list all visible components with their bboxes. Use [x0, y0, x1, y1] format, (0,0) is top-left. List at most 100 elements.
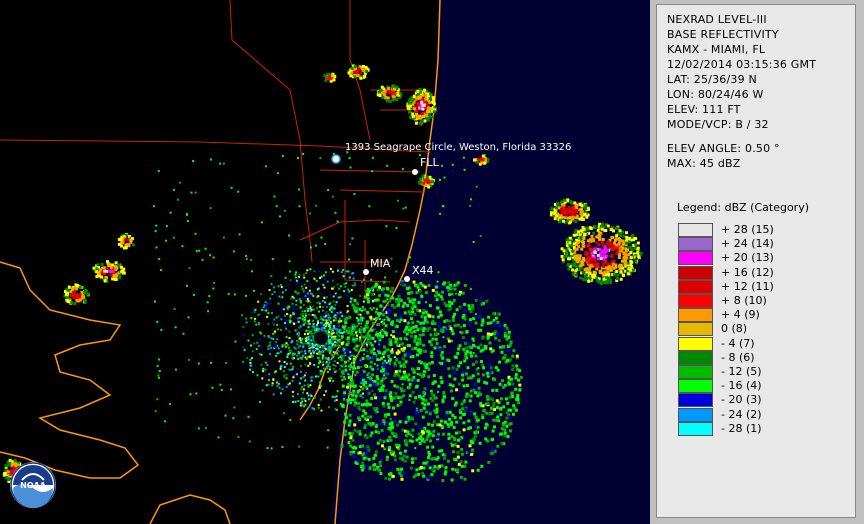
echo-pixel — [456, 351, 460, 355]
echo-pixel — [296, 282, 299, 285]
echo-pixel — [286, 306, 289, 309]
echo-pixel — [353, 323, 356, 326]
echo-pixel — [238, 233, 241, 236]
echo-pixel — [587, 261, 591, 265]
echo-pixel — [405, 287, 409, 291]
echo-pixel — [264, 368, 267, 371]
echo-pixel — [388, 435, 392, 439]
echo-pixel — [348, 432, 352, 436]
echo-pixel — [559, 218, 563, 222]
echo-pixel — [268, 335, 270, 338]
echo-pixel — [264, 165, 267, 168]
echo-pixel — [270, 283, 273, 286]
echo-pixel — [312, 357, 315, 360]
echo-pixel — [219, 162, 222, 165]
echo-pixel — [390, 289, 394, 293]
echo-pixel — [451, 315, 455, 319]
echo-pixel — [467, 419, 471, 423]
echo-pixel — [362, 335, 366, 339]
echo-pixel — [372, 468, 376, 471]
echo-pixel — [461, 378, 465, 382]
echo-pixel — [179, 181, 182, 184]
echo-pixel — [436, 466, 440, 470]
echo-pixel — [421, 415, 425, 419]
echo-pixel — [245, 258, 248, 261]
echo-pixel — [280, 318, 283, 321]
echo-pixel — [332, 295, 335, 298]
echo-pixel — [584, 207, 588, 210]
echo-pixel — [437, 324, 441, 328]
echo-pixel — [603, 251, 607, 255]
echo-pixel — [482, 366, 486, 370]
echo-pixel — [431, 399, 435, 403]
echo-pixel — [463, 399, 466, 402]
echo-pixel — [340, 364, 344, 368]
echo-pixel — [262, 306, 265, 309]
echo-pixel — [395, 270, 398, 273]
echo-pixel — [366, 445, 370, 449]
echo-pixel — [580, 207, 584, 211]
echo-pixel — [259, 338, 262, 341]
echo-pixel — [458, 292, 462, 296]
echo-pixel — [353, 193, 356, 195]
echo-pixel — [396, 385, 400, 389]
echo-pixel — [309, 319, 312, 322]
echo-pixel — [296, 292, 299, 295]
echo-pixel — [460, 452, 464, 456]
echo-pixel — [571, 268, 574, 272]
echo-pixel — [505, 411, 509, 415]
echo-pixel — [392, 87, 396, 91]
echo-pixel — [283, 366, 286, 369]
echo-pixel — [439, 419, 443, 423]
echo-pixel — [437, 293, 441, 297]
echo-pixel — [308, 329, 311, 332]
echo-pixel — [448, 410, 452, 414]
echo-pixel — [347, 336, 351, 340]
echo-pixel — [304, 352, 307, 355]
echo-pixel — [330, 74, 334, 78]
echo-pixel — [402, 394, 406, 398]
echo-pixel — [418, 441, 422, 445]
echo-pixel — [317, 356, 320, 359]
echo-pixel — [386, 164, 389, 167]
echo-pixel — [619, 277, 623, 281]
echo-pixel — [378, 388, 380, 391]
echo-pixel — [378, 464, 382, 468]
echo-pixel — [359, 313, 362, 316]
echo-pixel — [289, 316, 292, 319]
echo-pixel — [383, 328, 386, 331]
echo-pixel — [348, 398, 352, 401]
echo-pixel — [314, 343, 317, 346]
echo-pixel — [366, 311, 370, 315]
echo-pixel — [393, 458, 397, 462]
echo-pixel — [619, 249, 623, 253]
echo-pixel — [418, 342, 422, 346]
echo-pixel — [372, 355, 376, 359]
echo-pixel — [406, 430, 410, 434]
echo-pixel — [304, 363, 307, 366]
echo-pixel — [476, 425, 480, 429]
echo-pixel — [368, 403, 372, 407]
echo-pixel — [332, 330, 335, 333]
echo-pixel — [411, 390, 415, 394]
echo-pixel — [631, 268, 635, 272]
echo-pixel — [436, 306, 440, 310]
echo-pixel — [387, 309, 391, 312]
radar-map[interactable]: 1393 Seagrape Circle, Weston, Florida 33… — [0, 0, 650, 524]
echo-pixel — [353, 428, 357, 432]
echo-pixel — [285, 342, 288, 345]
echo-pixel — [415, 407, 418, 410]
echo-pixel — [349, 74, 353, 78]
echo-pixel — [611, 235, 615, 239]
echo-pixel — [273, 340, 275, 343]
address-marker[interactable] — [331, 154, 341, 164]
echo-pixel — [574, 220, 578, 224]
echo-pixel — [258, 353, 261, 356]
echo-pixel — [316, 347, 319, 350]
echo-pixel — [459, 411, 463, 415]
echo-pixel — [506, 348, 510, 352]
echo-pixel — [273, 318, 276, 321]
echo-pixel — [368, 466, 372, 470]
echo-pixel — [165, 239, 168, 242]
echo-pixel — [384, 476, 388, 480]
